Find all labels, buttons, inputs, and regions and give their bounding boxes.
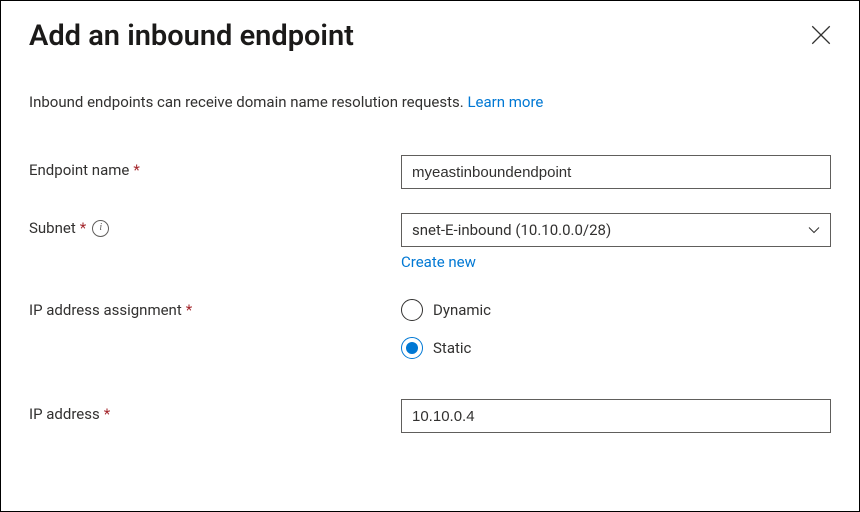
- endpoint-name-input[interactable]: [401, 155, 831, 189]
- label-ip-address-text: IP address: [29, 405, 100, 423]
- radio-circle-static: [401, 337, 423, 359]
- label-ip-assignment-text: IP address assignment: [29, 301, 182, 319]
- chevron-down-icon: [808, 224, 820, 236]
- required-asterisk: *: [186, 301, 192, 319]
- radio-circle-dynamic: [401, 299, 423, 321]
- label-endpoint-name: Endpoint name *: [29, 155, 401, 179]
- panel-title: Add an inbound endpoint: [29, 19, 354, 53]
- required-asterisk: *: [133, 161, 139, 179]
- label-endpoint-name-text: Endpoint name: [29, 161, 129, 179]
- description-text: Inbound endpoints can receive domain nam…: [29, 93, 467, 111]
- radio-label-static: Static: [433, 339, 471, 357]
- label-ip-assignment: IP address assignment *: [29, 295, 401, 319]
- row-subnet: Subnet * i snet-E-inbound (10.10.0.0/28)…: [29, 213, 831, 271]
- row-ip-address: IP address *: [29, 399, 831, 433]
- close-button[interactable]: [811, 25, 831, 45]
- form-area: Endpoint name * Subnet * i snet-E-inboun…: [29, 155, 831, 433]
- create-new-subnet-link[interactable]: Create new: [401, 253, 476, 271]
- ip-address-input[interactable]: [401, 399, 831, 433]
- radio-dynamic[interactable]: Dynamic: [401, 299, 831, 321]
- radio-dot-icon: [406, 342, 418, 354]
- close-icon: [811, 25, 831, 45]
- field-subnet: snet-E-inbound (10.10.0.0/28) Create new: [401, 213, 831, 271]
- info-icon[interactable]: i: [92, 220, 109, 237]
- subnet-selected-value: snet-E-inbound (10.10.0.0/28): [412, 221, 611, 239]
- row-endpoint-name: Endpoint name *: [29, 155, 831, 189]
- field-ip-assignment: Dynamic Static: [401, 295, 831, 359]
- panel-description: Inbound endpoints can receive domain nam…: [29, 93, 831, 111]
- label-subnet-text: Subnet: [29, 219, 76, 237]
- add-inbound-endpoint-panel: Add an inbound endpoint Inbound endpoint…: [0, 0, 860, 512]
- field-ip-address: [401, 399, 831, 433]
- learn-more-link[interactable]: Learn more: [467, 93, 543, 111]
- subnet-dropdown[interactable]: snet-E-inbound (10.10.0.0/28): [401, 213, 831, 247]
- required-asterisk: *: [80, 219, 86, 237]
- panel-header: Add an inbound endpoint: [29, 19, 831, 53]
- label-subnet: Subnet * i: [29, 213, 401, 237]
- label-ip-address: IP address *: [29, 399, 401, 423]
- field-endpoint-name: [401, 155, 831, 189]
- radio-static[interactable]: Static: [401, 337, 831, 359]
- radio-label-dynamic: Dynamic: [433, 301, 491, 319]
- row-ip-assignment: IP address assignment * Dynamic Static: [29, 295, 831, 359]
- ip-assignment-radio-group: Dynamic Static: [401, 295, 831, 359]
- required-asterisk: *: [104, 405, 110, 423]
